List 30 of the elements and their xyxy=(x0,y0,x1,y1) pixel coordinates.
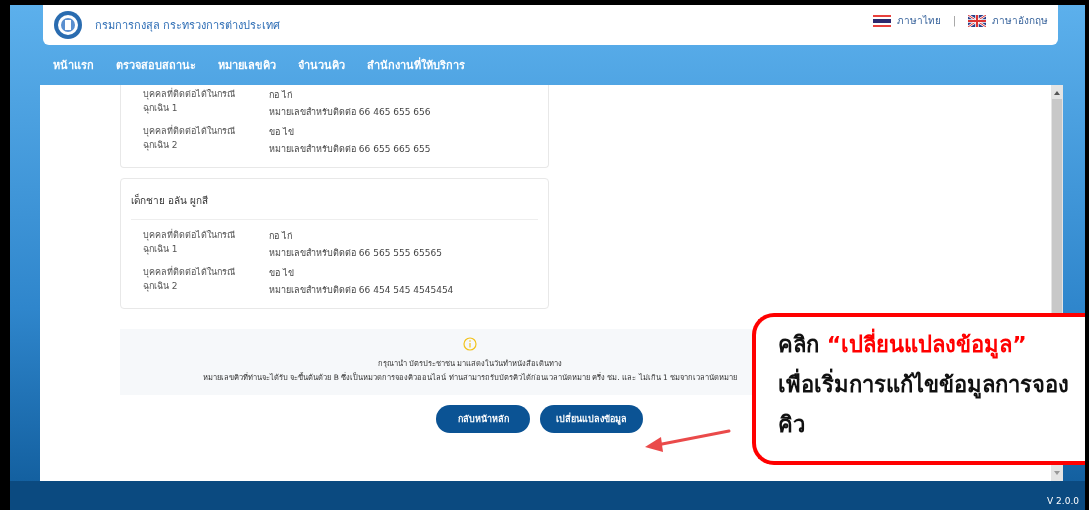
flag-icon[interactable] xyxy=(968,14,986,27)
contact-label: บุคคลที่ติดต่อได้ในกรณีฉุกเฉิน 1 xyxy=(143,228,236,257)
seal-logo-icon xyxy=(53,10,83,40)
language-link[interactable]: ภาษาอังกฤษ xyxy=(992,13,1048,28)
contact-name: กอ ไก่ xyxy=(269,230,293,243)
contact-phone: หมายเลขสำหรับติดต่อ 66 655 665 655 xyxy=(269,143,431,156)
contact-name: กอ ไก่ xyxy=(269,89,293,102)
language-link[interactable]: ภาษาไทย xyxy=(896,13,941,28)
nav-link[interactable]: สำนักงานที่ให้บริการ xyxy=(367,56,465,74)
contact-label: บุคคลที่ติดต่อได้ในกรณีฉุกเฉิน 2 xyxy=(143,124,236,153)
language-separator: | xyxy=(952,15,956,26)
contact-phone: หมายเลขสำหรับติดต่อ 66 465 655 656 xyxy=(269,106,431,119)
callout-text: คลิก “เปลี่ยนแปลงข้อมูล” เพื่อเริ่มการแก้ไขข้อมูลการจองคิว xyxy=(778,325,1082,445)
nav-link[interactable]: หมายเลขคิว xyxy=(218,56,276,74)
nav-link[interactable]: จำนวนคิว xyxy=(298,56,345,74)
action-button[interactable]: กลับหน้าหลัก xyxy=(436,405,530,433)
contact-phone: หมายเลขสำหรับติดต่อ 66 565 555 65565 xyxy=(269,247,442,260)
contact-phone: หมายเลขสำหรับติดต่อ 66 454 545 4545454 xyxy=(269,284,454,297)
nav-link[interactable]: ตรวจสอบสถานะ xyxy=(116,56,196,74)
nav-link[interactable]: หน้าแรก xyxy=(53,56,94,74)
organization-name: กรมการกงสุล กระทรวงการต่างประเทศ xyxy=(95,18,281,34)
contact-label: บุคคลที่ติดต่อได้ในกรณีฉุกเฉิน 1 xyxy=(143,87,236,116)
flag-icon[interactable] xyxy=(872,14,891,27)
action-button[interactable]: เปลี่ยนแปลงข้อมูล xyxy=(540,405,643,433)
person-name: เด็กชาย อลัน ผูกสี xyxy=(131,193,210,208)
info-icon xyxy=(463,337,477,351)
contact-label: บุคคลที่ติดต่อได้ในกรณีฉุกเฉิน 2 xyxy=(143,265,236,294)
contact-name: ขอ ไข่ xyxy=(269,267,295,280)
contact-name: ขอ ไข่ xyxy=(269,126,295,139)
version-label: V 2.0.0 xyxy=(1047,496,1079,506)
